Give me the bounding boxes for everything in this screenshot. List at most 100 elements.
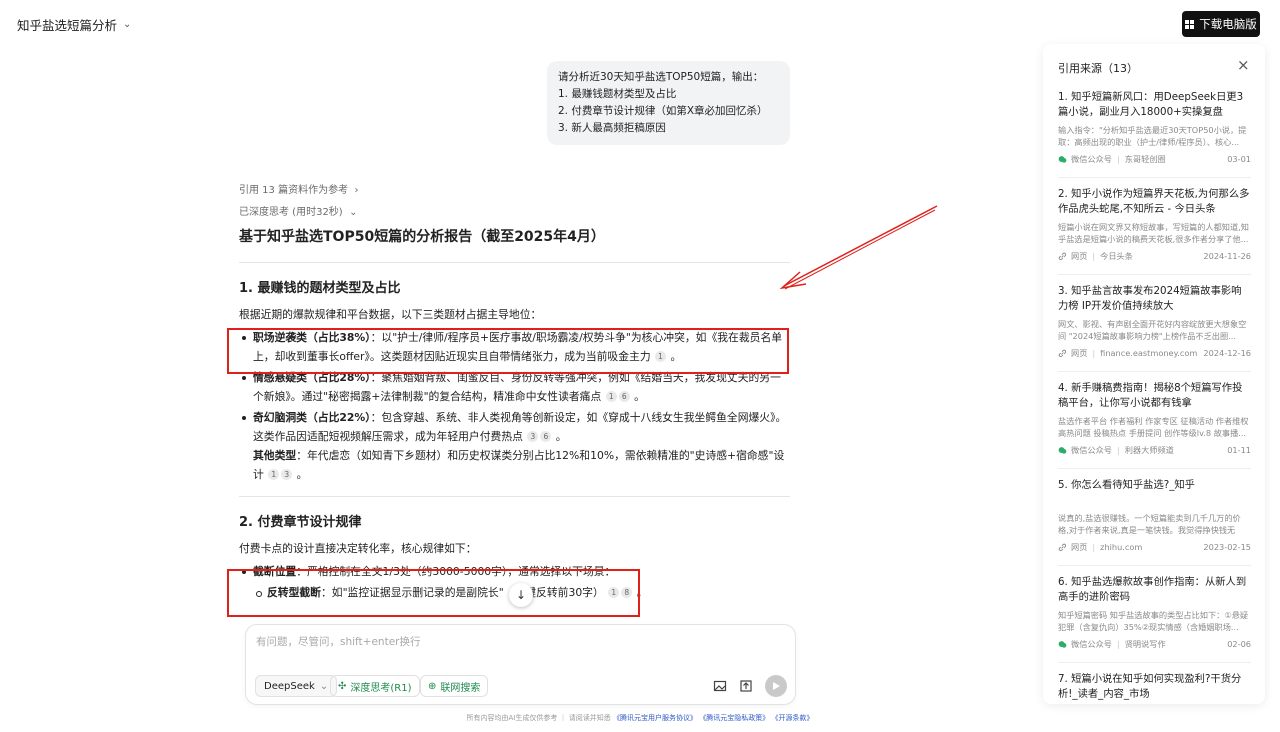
divider [239,262,790,263]
footer-link-open-source[interactable]: 《开源条款》 [772,714,814,722]
source-snippet: 说真的,盐选很赚钱。一个短篇能卖到几千几万的价格,对于作者来说,真是一笔快钱。我… [1058,513,1241,535]
download-desktop-button[interactable]: 下载电脑版 [1182,11,1260,37]
citation-badge[interactable]: 6 [540,431,552,442]
scroll-to-bottom-button[interactable]: ↓ [509,583,533,607]
source-item[interactable]: 2. 知乎小说作为短篇界天花板,为何那么多作品虎头蛇尾,不知所云 - 今日头条短… [1058,186,1251,275]
citation-badge[interactable]: 1 [608,587,620,598]
model-select[interactable]: DeepSeek ⌄ [255,675,338,697]
list-item: 情感悬疑类（占比28%）：聚焦婚姻背叛、闺蜜反目、身份反转等强冲突，例如《结婚当… [239,368,790,406]
source-meta: 微信公众号 | 利器大师频道 01-11 [1058,444,1251,456]
link-icon [1058,349,1067,358]
item-text: ：如"监控证据显示删记录的是副院长"（关键反转前30字） [320,586,604,599]
separator: | [1092,542,1096,552]
source-meta: 网页 | 今日头条 2024-11-26 [1058,250,1251,262]
source-author: 今日头条 [1100,251,1133,261]
wechat-icon [1058,446,1067,455]
source-type: 网页 [1071,348,1088,358]
citation-badge[interactable]: 3 [527,431,539,442]
web-search-toggle[interactable]: ⊕ 联网搜索 [420,675,489,697]
references-toggle[interactable]: 引用 13 篇资料作为参考 › [239,181,358,196]
sources-panel-title: 引用来源（13） [1058,62,1138,75]
item-label: 奇幻脑洞类（占比22%） [253,411,371,424]
source-title[interactable]: 2. 知乎小说作为短篇界天花板,为何那么多作品虎头蛇尾,不知所云 - 今日头条 [1058,187,1251,217]
deep-think-toggle[interactable]: ✣ 深度思考(R1) [330,675,420,697]
sources-list: 1. 知乎短篇新风口：用DeepSeek日更3篇小说，副业月入18000+实操复… [1058,89,1251,704]
chevron-down-icon: ⌄ [123,19,132,30]
source-type: 网页 [1071,251,1088,261]
source-title[interactable]: 1. 知乎短篇新风口：用DeepSeek日更3篇小说，副业月入18000+实操复… [1058,90,1251,120]
citation-badge[interactable]: 6 [618,391,630,402]
chevron-right-icon: › [351,185,359,196]
references-label: 引用 13 篇资料作为参考 [239,185,349,196]
source-snippet: 盐选作者平台 作者福利 作家专区 征稿活动 作者维权 高热问题 投稿热点 手册提… [1058,416,1249,438]
chat-area: 请分析近30天知乎盐选TOP50短篇，输出： 1. 最赚钱题材类型及占比 2. … [227,46,802,626]
image-icon [713,680,727,692]
source-date: 03-01 [1227,154,1251,164]
footer-text: 所有内容均由AI生成仅供参考 ｜ 请阅读并知悉 [466,714,611,722]
divider [239,496,790,497]
arrow-down-icon: ↓ [515,588,527,602]
wechat-icon [1058,155,1067,164]
source-type: 微信公众号 [1071,639,1112,649]
close-icon[interactable]: × [1237,56,1250,74]
other-label: 其他类型 [253,449,297,462]
link-icon [1058,543,1067,552]
conversation-title: 知乎盐选短篇分析 [17,18,118,33]
source-title[interactable]: 5. 你怎么看待知乎盐选?_知乎 [1058,478,1251,508]
image-upload-button[interactable] [711,677,729,695]
source-item[interactable]: 3. 知乎盐言故事发布2024短篇故事影响力榜 IP开发价值持续放大 网文、影视、… [1058,283,1251,372]
thinking-toggle[interactable]: 已深度思考 (用时32秒) ⌄ [239,203,357,218]
source-author: 贤明说写作 [1124,639,1166,649]
footer-link-service-agreement[interactable]: 《腾讯元宝用户服务协议》 [613,714,697,722]
source-title[interactable]: 3. 知乎盐言故事发布2024短篇故事影响力榜 IP开发价值持续放大 [1058,284,1251,314]
footer-link-privacy-policy[interactable]: 《腾讯元宝隐私政策》 [699,714,769,722]
source-meta: 微信公众号 | 贤明说写作 02-06 [1058,638,1251,650]
source-date: 01-11 [1227,445,1251,455]
wechat-icon [1058,640,1067,649]
separator: | [1092,348,1096,358]
source-item[interactable]: 4. 新手赚稿费指南！揭秘8个短篇写作投稿平台，让你写小说都有钱拿盐选作者平台 … [1058,380,1251,469]
separator: | [1116,445,1120,455]
source-item[interactable]: 1. 知乎短篇新风口：用DeepSeek日更3篇小说，副业月入18000+实操复… [1058,89,1251,178]
source-title[interactable]: 6. 知乎盐选爆款故事创作指南：从新人到高手的进阶密码 [1058,575,1251,605]
source-title[interactable]: 7. 短篇小说在知乎如何实现盈利?干货分析!_读者_内容_市场 [1058,672,1251,702]
source-type: 网页 [1071,542,1088,552]
link-icon [1058,252,1067,261]
list-item: 奇幻脑洞类（占比22%）：包含穿越、系统、非人类视角等创新设定，如《穿成十八线女… [239,408,790,484]
user-message-line: 3. 新人最高频拒稿原因 [558,122,666,134]
send-button[interactable] [765,675,787,697]
source-item[interactable]: 5. 你怎么看待知乎盐选?_知乎说真的,盐选很赚钱。一个短篇能卖到几千几万的价格… [1058,477,1251,566]
section-heading: 2. 付费章节设计规律 [239,515,362,530]
user-message-line: 1. 最赚钱题材类型及占比 [558,88,677,100]
conversation-title-menu[interactable]: 知乎盐选短篇分析 ⌄ [17,15,131,34]
source-item[interactable]: 7. 短篇小说在知乎如何实现盈利?干货分析!_读者_内容_市场作为付费阅读的主力… [1058,671,1251,704]
separator: | [1092,251,1096,261]
source-title[interactable]: 4. 新手赚稿费指南！揭秘8个短篇写作投稿平台，让你写小说都有钱拿 [1058,381,1251,411]
web-search-label: 联网搜索 [440,682,481,694]
source-author: 东哥轻创圈 [1124,154,1166,164]
citation-badge[interactable]: 1 [605,391,617,402]
citation-badge[interactable]: 1 [268,469,280,480]
citation-badge[interactable]: 1 [655,351,667,362]
user-message-bubble: 请分析近30天知乎盐选TOP50短篇，输出： 1. 最赚钱题材类型及占比 2. … [547,61,790,145]
source-date: 2024-12-16 [1203,348,1251,358]
item-label: 反转型截断 [267,586,321,599]
citation-badge[interactable]: 3 [281,469,293,480]
separator: | [1116,154,1120,164]
section-intro: 付费卡点的设计直接决定转化率，核心规律如下： [239,542,477,555]
list-item: 职场逆袭类（占比38%）：以"护士/律师/程序员+医疗事故/职场霸凌/权势斗争"… [239,328,790,366]
deep-think-label: 深度思考(R1) [350,682,412,694]
upload-icon [740,680,752,692]
genre-list: 职场逆袭类（占比38%）：以"护士/律师/程序员+医疗事故/职场霸凌/权势斗争"… [239,328,790,484]
source-meta: 网页 | zhihu.com 2023-02-15 [1058,541,1251,553]
list-item: 截断位置：严格控制在全文1/3处（约3000-5000字），通常选择以下场景： [239,562,790,581]
footer-disclaimer: 所有内容均由AI生成仅供参考 ｜ 请阅读并知悉 《腾讯元宝用户服务协议》 《腾讯… [0,713,1280,723]
top-bar: 知乎盐选短篇分析 ⌄ 下载电脑版 [0,0,1280,46]
file-upload-button[interactable] [737,677,755,695]
chat-input[interactable]: 有问题，尽管问，shift+enter换行 [256,634,420,649]
source-item[interactable]: 6. 知乎盐选爆款故事创作指南：从新人到高手的进阶密码 知乎短篇密码 知乎盐选故事… [1058,574,1251,663]
citation-badge[interactable]: 8 [621,587,633,598]
section-heading: 1. 最赚钱的题材类型及占比 [239,281,401,296]
source-meta: 微信公众号 | 东哥轻创圈 03-01 [1058,153,1251,165]
source-date: 02-06 [1227,639,1251,649]
